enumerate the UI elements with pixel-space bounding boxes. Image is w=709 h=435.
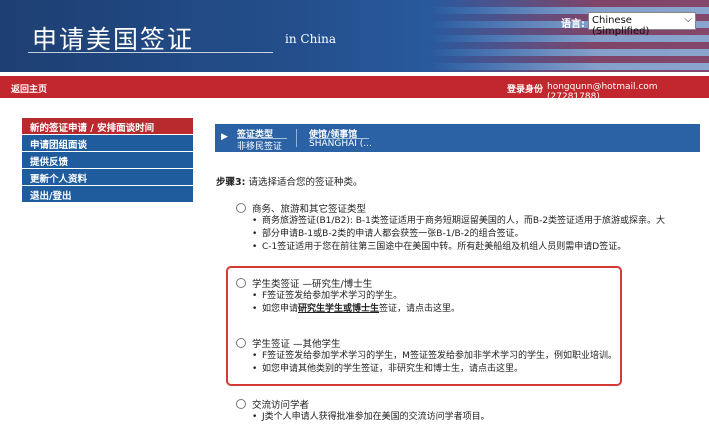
option-graduate-student-details: F签证签发给参加学术学习的学生。 如您申请研究生学生或博士生签证，请点击这里。	[252, 290, 460, 316]
list-item: F签证签发给参加学术学习的学生，M签证签发给参加非学术学习的学生，例如职业培训。	[252, 350, 617, 363]
sidebar-item-feedback[interactable]: 提供反馈	[22, 152, 193, 168]
option-business-tourism-details: 商务旅游签证(B1/B2): B-1类签证适用于商务短期逗留美国的人，而B-2类…	[252, 215, 665, 254]
option-label: 学生类签证 —研究生/博士生	[252, 279, 373, 290]
login-account: hongqunn@hotmail.com (27281788)	[547, 82, 658, 102]
language-select-value: Chinese (Simplified)	[592, 15, 650, 37]
step-text: 请选择适合您的签证种类。	[245, 177, 363, 188]
sidebar-menu: 新的签证申请 / 安排面谈时间 申请团组面谈 提供反馈 更新个人资料 退出/登出	[22, 118, 193, 203]
radio-graduate-student[interactable]	[236, 278, 246, 288]
list-item: F签证签发给参加学术学习的学生。	[252, 290, 460, 303]
top-nav-bar: 返回主页 登录身份 hongqunn@hotmail.com (27281788…	[0, 76, 709, 102]
option-business-tourism[interactable]: 商务、旅游和其它签证类型	[236, 201, 366, 215]
site-subtitle: in China	[285, 32, 337, 46]
option-graduate-student[interactable]: 学生类签证 —研究生/博士生	[236, 276, 372, 290]
breadcrumb-separator	[296, 129, 297, 147]
sidebar-item-new-application[interactable]: 新的签证申请 / 安排面谈时间	[22, 118, 193, 134]
option-label: 交流访问学者	[252, 400, 310, 411]
sidebar-item-logout[interactable]: 退出/登出	[22, 186, 193, 202]
site-title: 申请美国签证	[32, 25, 195, 54]
option-other-student-details: F签证签发给参加学术学习的学生，M签证签发给参加非学术学习的学生，例如职业培训。…	[252, 350, 617, 376]
list-item: J类个人申请人获得批准参加在美国的交流访问学者项目。	[252, 411, 490, 424]
sidebar-item-group-interview[interactable]: 申请团组面谈	[22, 135, 193, 151]
triangle-right-icon: ▶	[221, 132, 228, 142]
list-item: C-1签证适用于您在前往第三国途中在美国中转。所有赴美船组及机组人员则需申请D签…	[252, 241, 665, 254]
language-select[interactable]: Chinese (Simplified) ⌵	[588, 12, 696, 37]
option-label: 商务、旅游和其它签证类型	[252, 204, 367, 215]
site-header: 申请美国签证 in China 语言: Chinese (Simplified)…	[0, 0, 709, 72]
radio-business-tourism[interactable]	[236, 203, 246, 213]
list-item: 如您申请研究生学生或博士生签证，请点击这里。	[252, 303, 460, 316]
home-link[interactable]: 返回主页	[11, 82, 47, 95]
breadcrumb: ▶ 签证类型 非移民签证 使馆/领事馆 SHANGHAI (...	[215, 124, 700, 152]
visa-application-page: 申请美国签证 in China 语言: Chinese (Simplified)…	[0, 0, 709, 435]
flag-banner	[429, 0, 709, 72]
title-underline	[28, 52, 273, 53]
chevron-down-icon: ⌵	[684, 14, 692, 25]
list-item: 商务旅游签证(B1/B2): B-1类签证适用于商务短期逗留美国的人，而B-2类…	[252, 215, 665, 228]
graduate-student-link[interactable]: 研究生学生或博士生	[298, 304, 379, 314]
sidebar-item-update-profile[interactable]: 更新个人资料	[22, 169, 193, 185]
radio-exchange-visitor[interactable]	[236, 399, 246, 409]
list-item: 如您申请其他类别的学生签证，非研究生和博士生，请点击这里。	[252, 363, 617, 376]
list-item-continuation: 部分申请B-1或B-2类的申请人都会获签一张B-1/B-2的组合签证。	[252, 228, 665, 241]
step-label: 步骤3:	[216, 177, 246, 188]
language-label: 语言:	[561, 19, 585, 30]
option-exchange-visitor[interactable]: 交流访问学者	[236, 397, 309, 411]
option-other-student[interactable]: 学生签证 —其他学生	[236, 336, 341, 350]
breadcrumb-consulate-value: SHANGHAI (...	[309, 139, 372, 149]
option-label: 学生签证 —其他学生	[252, 339, 341, 350]
step-instruction: 步骤3: 请选择适合您的签证种类。	[216, 174, 362, 188]
option-exchange-visitor-details: J类个人申请人获得批准参加在美国的交流访问学者项目。	[252, 411, 490, 424]
breadcrumb-visa-type-value: 非移民签证	[237, 142, 283, 152]
login-label: 登录身份	[507, 85, 544, 95]
radio-other-student[interactable]	[236, 338, 246, 348]
